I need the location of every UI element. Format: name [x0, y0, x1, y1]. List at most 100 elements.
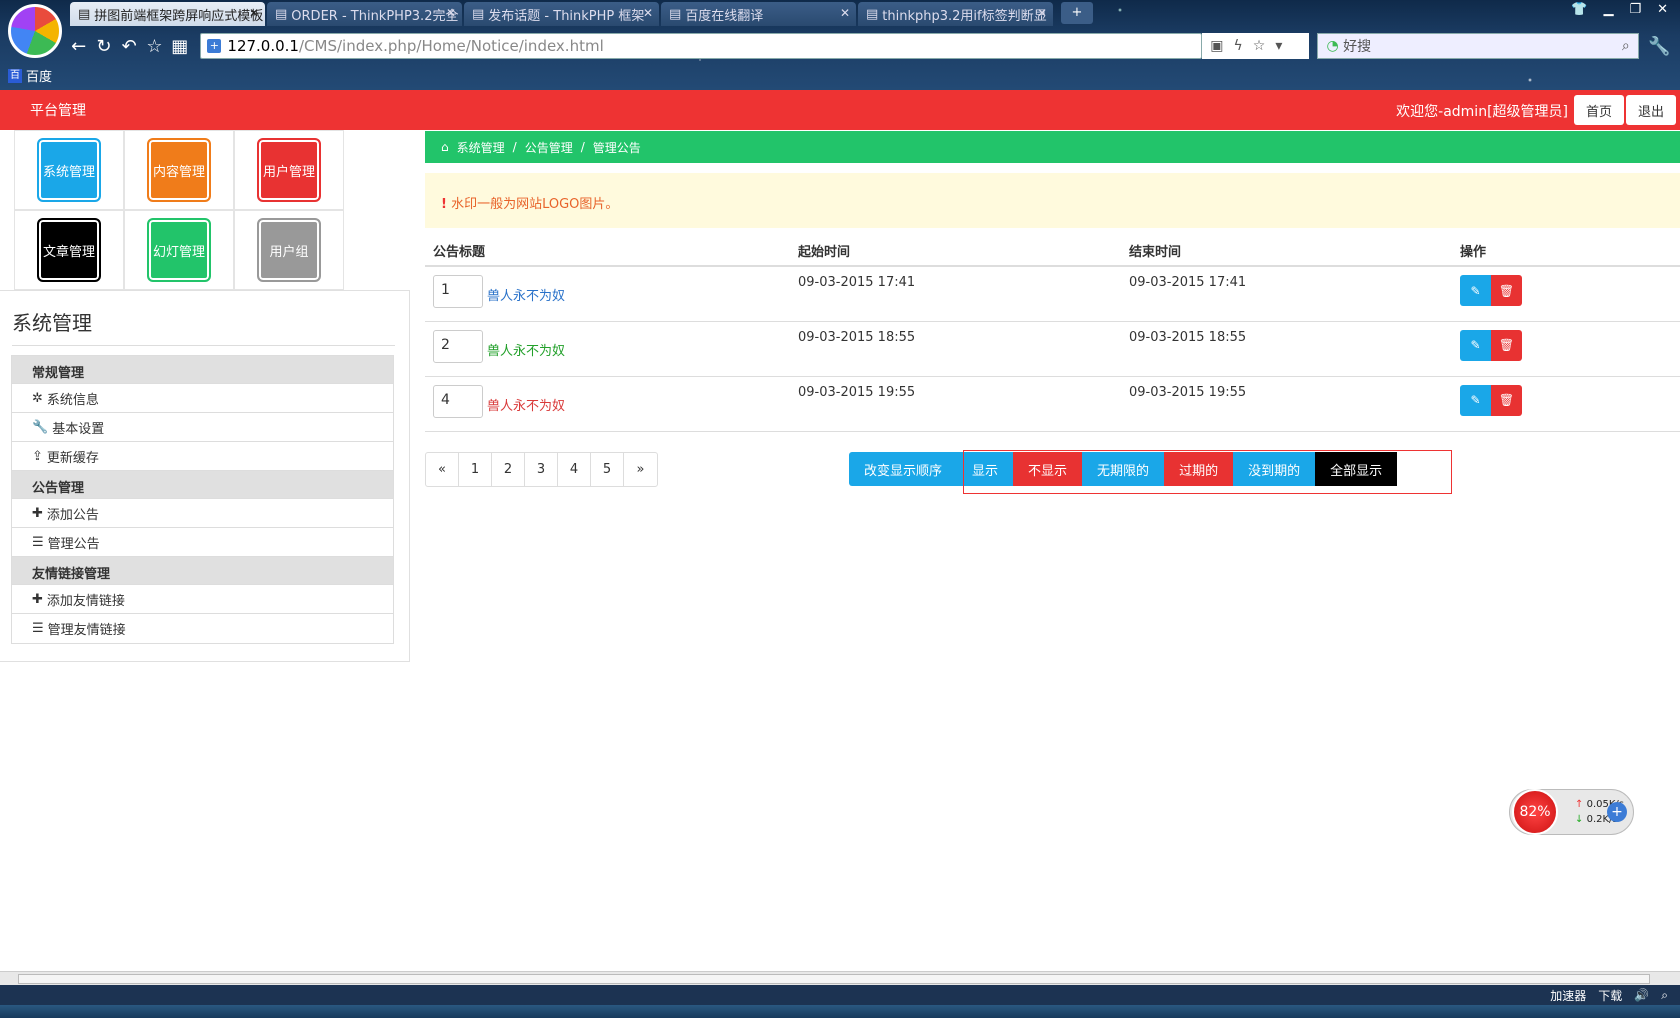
- minimize-button[interactable]: ▁: [1603, 2, 1613, 17]
- tools-wrench-icon[interactable]: 🔧: [1647, 36, 1672, 57]
- edit-pencil-icon[interactable]: ✎: [1460, 275, 1491, 306]
- network-speed-widget[interactable]: 82% ↑ 0.05K/s ↓ 0.2K/s +: [1509, 789, 1634, 835]
- menu-group-header[interactable]: 公告管理: [12, 471, 393, 499]
- page-icon: ▤: [472, 6, 485, 22]
- app-title[interactable]: 平台管理: [0, 100, 86, 120]
- page-icon: ▤: [866, 6, 879, 22]
- page-link[interactable]: «: [426, 453, 459, 486]
- close-tab-icon[interactable]: ✕: [1037, 6, 1047, 20]
- zoom-icon[interactable]: ⌕: [1661, 988, 1668, 1003]
- notice-title-link[interactable]: 兽人永不为奴: [487, 389, 565, 414]
- browser-logo[interactable]: [8, 4, 62, 58]
- menu-group-header[interactable]: 常规管理: [12, 356, 393, 384]
- dropdown-icon[interactable]: ▾: [1275, 38, 1282, 54]
- delete-trash-icon[interactable]: 🗑: [1491, 329, 1522, 361]
- menu-item[interactable]: ✚ 添加公告: [12, 499, 393, 528]
- bookmark-baidu[interactable]: 百度: [26, 66, 52, 85]
- apps-grid-icon[interactable]: ▦: [167, 36, 192, 57]
- module-tile-label[interactable]: 系统管理: [37, 138, 101, 202]
- breadcrumb-item[interactable]: 公告管理: [525, 139, 573, 156]
- menu-item[interactable]: 🔧 基本设置: [12, 413, 393, 442]
- module-tile-label[interactable]: 用户组: [257, 218, 321, 282]
- edit-pencil-icon[interactable]: ✎: [1460, 329, 1491, 361]
- skin-icon[interactable]: 👕: [1571, 2, 1587, 17]
- address-path: /CMS/index.php/Home/Notice/index.html: [298, 37, 604, 55]
- list-icon: ☰: [32, 621, 44, 636]
- order-input[interactable]: 4: [433, 384, 483, 418]
- refresh-icon[interactable]: ↻: [91, 36, 116, 57]
- edit-pencil-icon[interactable]: ✎: [1460, 384, 1491, 416]
- favorite-star-icon[interactable]: ☆: [142, 36, 167, 57]
- search-input[interactable]: ◔ 好搜 ⌕: [1317, 33, 1639, 59]
- delete-trash-icon[interactable]: 🗑: [1491, 384, 1522, 416]
- module-tile[interactable]: 内容管理: [124, 130, 234, 210]
- logout-button[interactable]: 退出: [1625, 95, 1676, 125]
- sidebar-menu: 常规管理 ✲ 系统信息 🔧 基本设置 ⇪ 更新缓存 公告管理 ✚ 添加公告 ☰ 管理公告 友情链接管理 ✚…: [11, 355, 394, 644]
- download-label[interactable]: 下载: [1598, 987, 1622, 1004]
- volume-icon[interactable]: 🔊: [1634, 988, 1649, 1002]
- breadcrumb-item[interactable]: 系统管理: [457, 139, 505, 156]
- table-row: 2 兽人永不为奴 09-03-2015 18:55 09-03-2015 18:55 ✎…: [425, 321, 1680, 377]
- menu-item[interactable]: ⇪ 更新缓存: [12, 442, 393, 471]
- tab-strip: ▤ 拼图前端框架跨屏响应式模板 ✕ ▤ ORDER - ThinkPHP3.2完全 ✕ ▤ 发…: [70, 2, 1093, 28]
- bookmark-star-icon[interactable]: ☆: [1253, 38, 1266, 54]
- module-tile-label[interactable]: 文章管理: [37, 218, 101, 282]
- plus-icon[interactable]: +: [1607, 802, 1627, 822]
- browser-tab[interactable]: ▤ thinkphp3.2用if标签判断显 ✕: [858, 2, 1053, 26]
- search-icon[interactable]: ⌕: [1622, 38, 1630, 54]
- close-tab-icon[interactable]: ✕: [249, 6, 259, 20]
- accelerator-label[interactable]: 加速器: [1550, 987, 1586, 1004]
- browser-tab[interactable]: ▤ ORDER - ThinkPHP3.2完全 ✕: [267, 2, 462, 26]
- breadcrumb-item[interactable]: 管理公告: [593, 139, 641, 156]
- browser-tab[interactable]: ▤ 发布话题 - ThinkPHP 框架 ✕: [464, 2, 659, 26]
- module-tile[interactable]: 用户组: [234, 210, 344, 290]
- home-icon: ⌂: [441, 140, 449, 154]
- address-bar[interactable]: + 127.0.0.1/CMS/index.php/Home/Notice/in…: [200, 33, 1203, 59]
- new-tab-button[interactable]: +: [1061, 2, 1093, 24]
- page-link[interactable]: 4: [558, 453, 591, 486]
- module-tile[interactable]: 幻灯管理: [124, 210, 234, 290]
- back-icon[interactable]: ←: [66, 36, 91, 57]
- menu-group-header[interactable]: 友情链接管理: [12, 557, 393, 585]
- module-tile-label[interactable]: 用户管理: [257, 138, 321, 202]
- tab-label: 拼图前端框架跨屏响应式模板: [94, 8, 264, 24]
- notice-title-link[interactable]: 兽人永不为奴: [487, 334, 565, 359]
- menu-item-label: 基本设置: [52, 421, 105, 437]
- undo-icon[interactable]: ↶: [117, 36, 142, 57]
- page-link[interactable]: 2: [492, 453, 525, 486]
- column-header: 起始时间: [790, 236, 1121, 267]
- menu-item[interactable]: ☰ 管理友情链接: [12, 614, 393, 643]
- close-tab-icon[interactable]: ✕: [643, 6, 653, 20]
- page-link[interactable]: »: [624, 453, 657, 486]
- browser-tab[interactable]: ▤ 百度在线翻译 ✕: [661, 2, 856, 26]
- lightning-icon[interactable]: ϟ: [1234, 38, 1243, 54]
- delete-trash-icon[interactable]: 🗑: [1491, 275, 1522, 306]
- home-button[interactable]: 首页: [1573, 95, 1624, 125]
- browser-tab[interactable]: ▤ 拼图前端框架跨屏响应式模板 ✕: [70, 2, 265, 26]
- close-button[interactable]: ✕: [1657, 2, 1668, 17]
- menu-item[interactable]: ✲ 系统信息: [12, 384, 393, 413]
- menu-item-label: 系统信息: [46, 392, 99, 408]
- horizontal-scrollbar[interactable]: [0, 971, 1680, 985]
- scrollbar-thumb[interactable]: [18, 974, 1650, 984]
- module-tile[interactable]: 用户管理: [234, 130, 344, 210]
- module-tile[interactable]: 文章管理: [14, 210, 124, 290]
- menu-item[interactable]: ✚ 添加友情链接: [12, 585, 393, 614]
- close-tab-icon[interactable]: ✕: [840, 6, 850, 20]
- order-input[interactable]: 2: [433, 329, 483, 363]
- order-input[interactable]: 1: [433, 275, 483, 308]
- maximize-button[interactable]: ❐: [1629, 2, 1641, 17]
- close-tab-icon[interactable]: ✕: [446, 6, 456, 20]
- notice-title-link[interactable]: 兽人永不为奴: [487, 279, 565, 304]
- module-tile-label[interactable]: 幻灯管理: [147, 218, 211, 282]
- filter-button[interactable]: 改变显示顺序: [849, 452, 958, 486]
- page-icon: ▤: [78, 6, 91, 22]
- module-tile-label[interactable]: 内容管理: [147, 138, 211, 202]
- module-tile[interactable]: 系统管理: [14, 130, 124, 210]
- alert-box: ! 水印一般为网站LOGO图片。: [425, 173, 1680, 228]
- page-link[interactable]: 3: [525, 453, 558, 486]
- qrcode-icon[interactable]: ▣: [1210, 38, 1223, 54]
- page-link[interactable]: 5: [591, 453, 624, 486]
- menu-item[interactable]: ☰ 管理公告: [12, 528, 393, 557]
- page-link[interactable]: 1: [459, 453, 492, 486]
